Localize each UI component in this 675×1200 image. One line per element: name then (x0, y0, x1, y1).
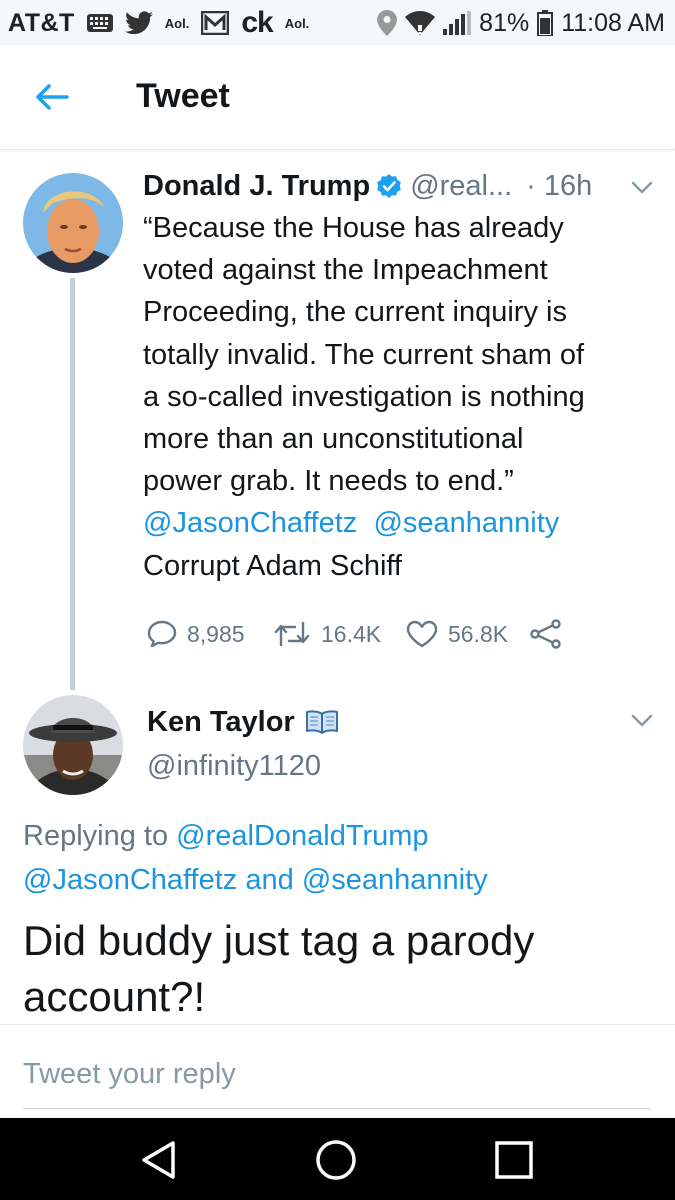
retweet-action[interactable]: 16.4K (273, 621, 406, 648)
mention-link[interactable]: @JasonChaffetz (23, 864, 237, 896)
signal-icon (443, 11, 472, 35)
reply-icon (147, 620, 177, 648)
author-handle[interactable]: @real... (410, 170, 512, 203)
tweet-header: Donald J. Trump @real... · 16h (143, 166, 592, 206)
status-bar: AT&T Aol. ck Aol. 81% 11:08 AM (0, 0, 675, 45)
square-recents-icon (495, 1141, 533, 1179)
mention-link[interactable]: @seanhannity (302, 864, 488, 896)
like-action[interactable]: 56.8K (406, 620, 539, 648)
reply-count: 8,985 (187, 620, 245, 647)
arrow-left-icon (36, 84, 69, 110)
mail-icon (201, 11, 230, 35)
wifi-icon (405, 11, 436, 35)
replying-to-line: Replying to @realDonaldTrump (23, 814, 663, 858)
system-back-button[interactable] (134, 1136, 182, 1184)
tweet-text-line: a so-called investigation is nothing (143, 380, 585, 413)
tweet-text-line: “Because the House has already (143, 212, 564, 244)
tweet-mentions-line: @JasonChaffetz @seanhannity (143, 502, 653, 544)
tweet-text-line: voted against the Impeachment (143, 254, 548, 287)
tweet-body: “Because the House has already voted aga… (143, 207, 653, 587)
battery-percent: 81% (479, 8, 530, 37)
tweet-timestamp: · 16h (526, 169, 593, 202)
reply-composer (0, 1025, 675, 1118)
aol-label-2: Aol. (284, 15, 310, 31)
carrier-label: AT&T (8, 8, 75, 37)
reply-text-line: Did buddy just tag a parody (23, 917, 535, 964)
tweet-text-line: Corrupt Adam Schiff (143, 549, 402, 582)
app-header: Tweet (0, 45, 675, 150)
page-title: Tweet (136, 77, 230, 115)
battery-icon (537, 10, 554, 36)
location-pin-icon (377, 10, 398, 36)
heart-icon (406, 620, 438, 648)
chevron-down-icon (631, 181, 653, 194)
tweet-text-line: more than an unconstitutional (143, 423, 524, 456)
replying-to: Replying to @realDonaldTrump @JasonChaff… (23, 814, 663, 902)
status-right: 81% 11:08 AM (377, 6, 665, 40)
system-recents-button[interactable] (490, 1136, 538, 1184)
mention-link[interactable]: @JasonChaffetz (143, 507, 357, 539)
triangle-back-icon (142, 1141, 175, 1179)
tweet-text-line: power grab. It needs to end.” (143, 465, 514, 498)
mention-link[interactable]: @realDonaldTrump (176, 820, 428, 852)
verified-badge-icon (376, 173, 402, 199)
reply-action[interactable]: 8,985 (147, 620, 269, 648)
circle-home-icon (316, 1140, 356, 1180)
like-count: 56.8K (448, 620, 509, 647)
system-home-button[interactable] (312, 1136, 360, 1184)
share-action[interactable] (529, 619, 563, 649)
thread-connector-line (70, 278, 75, 690)
reply-body: Did buddy just tag a parody account?! (23, 913, 663, 1025)
back-button[interactable] (30, 77, 74, 117)
tweet-menu-button[interactable] (626, 174, 658, 202)
avatar[interactable] (23, 695, 123, 795)
aol-label: Aol. (164, 15, 190, 31)
ck-app-label: ck (241, 6, 273, 39)
retweet-count: 16.4K (321, 620, 382, 647)
tweet-actions: 8,985 16.4K 56.8K (147, 614, 563, 654)
tweet-menu-button[interactable] (626, 707, 658, 735)
replying-and: and (245, 864, 294, 896)
twitter-bird-icon (124, 11, 153, 35)
replying-to-line: @JasonChaffetz and @seanhannity (23, 858, 663, 902)
reply-text-line: account?! (23, 973, 206, 1020)
author-name[interactable]: Donald J. Trump (143, 170, 370, 203)
replying-to-prefix: Replying to (23, 820, 169, 852)
keyboard-icon (86, 14, 113, 32)
tweet-text-line: totally invalid. The current sham of (143, 338, 585, 371)
share-icon (530, 619, 561, 649)
open-book-icon (305, 709, 339, 735)
author-name[interactable]: Ken Taylor (147, 706, 295, 739)
tweet-text-line: Proceeding, the current inquiry is (143, 296, 567, 329)
status-left: AT&T Aol. ck Aol. (8, 6, 309, 40)
author-handle[interactable]: @infinity1120 (147, 750, 321, 783)
reply-input[interactable] (23, 1049, 651, 1109)
chevron-down-icon (631, 714, 653, 727)
clock: 11:08 AM (561, 8, 665, 37)
avatar[interactable] (23, 173, 123, 273)
reply-author-row: Ken Taylor (147, 700, 339, 744)
retweet-icon (274, 621, 310, 647)
mention-link[interactable]: @seanhannity (373, 507, 559, 539)
system-nav-bar (0, 1118, 675, 1200)
